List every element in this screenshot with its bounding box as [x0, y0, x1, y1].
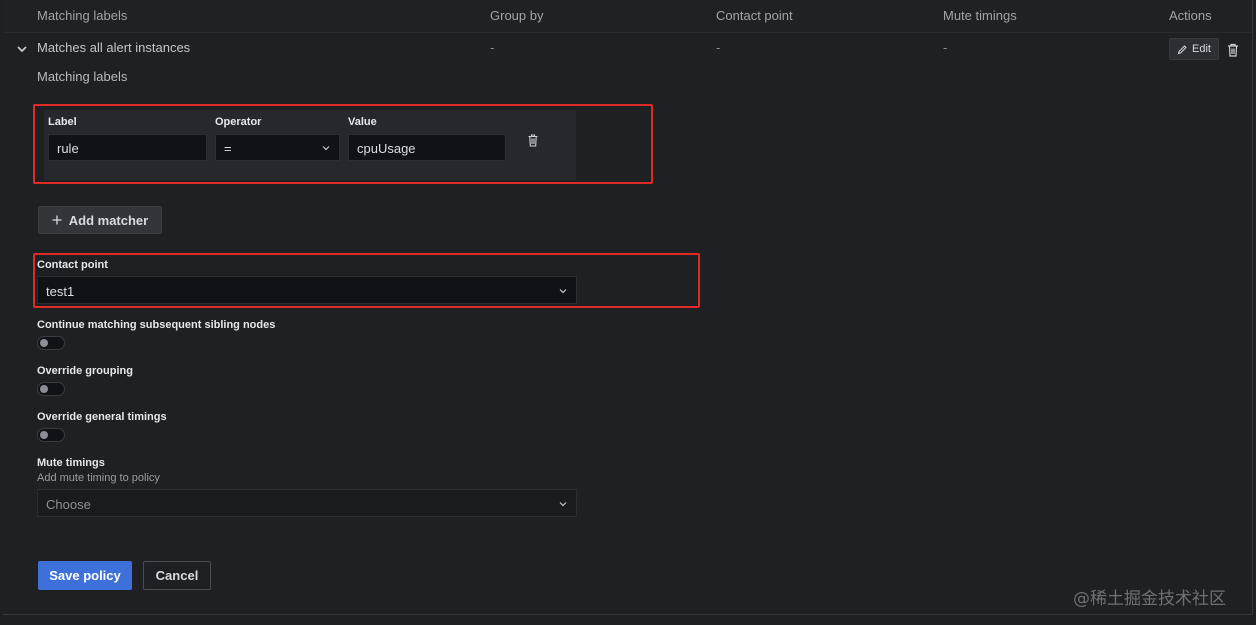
matching-labels-title: Matching labels — [37, 69, 128, 84]
override-timings-title: Override general timings — [37, 411, 167, 423]
chevron-down-icon[interactable] — [16, 44, 28, 54]
cancel-button[interactable]: Cancel — [143, 561, 211, 590]
contact-point-title: Contact point — [37, 259, 108, 271]
header-actions: Actions — [1169, 8, 1212, 23]
row-group-by: - — [490, 40, 495, 55]
operator-select[interactable]: = — [215, 134, 340, 161]
add-matcher-label: Add matcher — [68, 212, 149, 228]
operator-field-title: Operator — [215, 116, 262, 128]
matcher-row: Label rule Operator = Value cpuUsage — [44, 110, 576, 180]
pencil-icon — [1177, 44, 1187, 54]
header-mute-timings: Mute timings — [943, 8, 1017, 23]
chevron-down-icon — [559, 502, 567, 507]
mute-timings-title: Mute timings — [37, 457, 105, 469]
table-header: Matching labels Group by Contact point M… — [3, 0, 1252, 33]
add-matcher-button[interactable]: Add matcher — [38, 206, 162, 234]
override-timings-toggle[interactable] — [37, 428, 65, 442]
label-input[interactable]: rule — [48, 134, 207, 161]
contact-point-value: test1 — [46, 284, 75, 299]
trash-icon[interactable] — [1227, 43, 1239, 57]
trash-icon[interactable] — [528, 134, 538, 147]
header-matching-labels: Matching labels — [37, 8, 128, 23]
edit-button[interactable]: Edit — [1169, 38, 1219, 60]
mute-timings-placeholder: Choose — [46, 497, 91, 512]
continue-matching-title: Continue matching subsequent sibling nod… — [37, 319, 276, 331]
toggle-knob — [40, 339, 48, 347]
operator-value: = — [224, 141, 232, 156]
edit-button-label: Edit — [1192, 43, 1211, 55]
chevron-down-icon — [322, 146, 330, 151]
header-contact-point: Contact point — [716, 8, 793, 23]
mute-timings-select[interactable]: Choose — [37, 489, 577, 517]
toggle-knob — [40, 431, 48, 439]
value-input[interactable]: cpuUsage — [348, 134, 506, 161]
value-field-title: Value — [348, 116, 377, 128]
save-policy-button[interactable]: Save policy — [38, 561, 132, 590]
continue-matching-toggle[interactable] — [37, 336, 65, 350]
policy-row: Matches all alert instances - - - Edit — [3, 33, 1252, 63]
row-contact-point: - — [716, 40, 721, 55]
toggle-knob — [40, 385, 48, 393]
contact-point-select[interactable]: test1 — [37, 276, 577, 304]
row-matching-labels: Matches all alert instances — [37, 40, 191, 55]
override-grouping-title: Override grouping — [37, 365, 133, 377]
watermark: @稀土掘金技术社区 — [1073, 589, 1226, 609]
row-mute-timings: - — [943, 40, 948, 55]
mute-timings-description: Add mute timing to policy — [37, 472, 160, 484]
chevron-down-icon — [559, 289, 567, 294]
plus-icon — [52, 215, 62, 225]
override-grouping-toggle[interactable] — [37, 382, 65, 396]
policy-panel: Matching labels Group by Contact point M… — [3, 0, 1253, 615]
label-field-title: Label — [48, 116, 77, 128]
header-group-by: Group by — [490, 8, 544, 23]
